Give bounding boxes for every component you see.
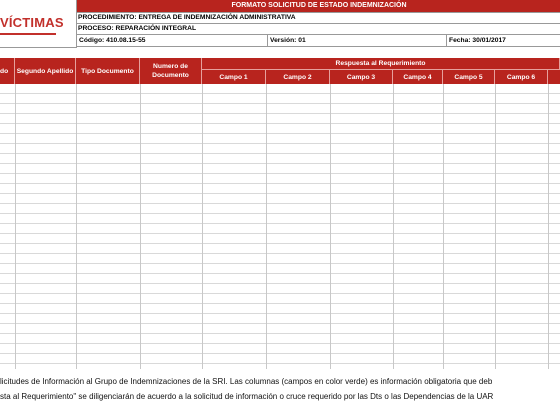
grid-divider (393, 84, 394, 369)
logo-cell: VÍCTIMAS (0, 0, 77, 48)
logo-underline (0, 33, 56, 35)
col-header-numero-documento[interactable]: Numero de Documento (140, 58, 202, 84)
version-cell[interactable]: Versión: 01 (267, 35, 448, 46)
col-header-campo-3[interactable]: Campo 3 (330, 70, 393, 84)
proceso-cell[interactable]: PROCESO: REPARACIÓN INTEGRAL (77, 24, 560, 35)
grid-divider (202, 84, 203, 369)
col-header-campo-2[interactable]: Campo 2 (266, 70, 330, 84)
col-header-campo-6[interactable]: Campo 6 (495, 70, 548, 84)
col-header-respuesta-group[interactable]: Respuesta al Requerimiento (202, 58, 560, 70)
note-line-1: licitudes de Información al Grupo de Ind… (0, 377, 493, 386)
col-header-partial[interactable]: do (0, 58, 15, 84)
grid-divider (76, 84, 77, 369)
grid-divider (15, 84, 16, 369)
col-header-campo-1[interactable]: Campo 1 (202, 70, 266, 84)
note-line-2: sta al Requerimiento" se diligenciarán d… (0, 392, 494, 401)
meta-row: Código: 410.08.15-55 Versión: 01 Fecha: … (77, 35, 560, 47)
table-header: do Segundo Apellido Tipo Documento Numer… (0, 58, 560, 84)
col-header-tipo-documento[interactable]: Tipo Documento (76, 58, 140, 84)
procedimiento-cell[interactable]: PROCEDIMIENTO: ENTREGA DE INDEMNIZACIÓN … (77, 13, 560, 24)
fecha-cell[interactable]: Fecha: 30/01/2017 (446, 35, 560, 46)
codigo-cell[interactable]: Código: 410.08.15-55 (77, 35, 267, 46)
spreadsheet: VÍCTIMAS FORMATO SOLICITUD DE ESTADO IND… (0, 0, 560, 420)
col-header-campo-5[interactable]: Campo 5 (443, 70, 495, 84)
instructions-note: licitudes de Información al Grupo de Ind… (0, 374, 560, 404)
grid-divider (548, 84, 549, 369)
col-header-segundo-apellido[interactable]: Segundo Apellido (15, 58, 76, 84)
data-grid[interactable] (0, 84, 560, 369)
grid-divider (495, 84, 496, 369)
grid-divider (266, 84, 267, 369)
logo-victimas: VÍCTIMAS (0, 15, 64, 30)
grid-divider (443, 84, 444, 369)
grid-divider (330, 84, 331, 369)
col-header-campo-4[interactable]: Campo 4 (393, 70, 443, 84)
form-title: FORMATO SOLICITUD DE ESTADO INDEMNIZACIÓ… (77, 0, 560, 13)
grid-divider (140, 84, 141, 369)
